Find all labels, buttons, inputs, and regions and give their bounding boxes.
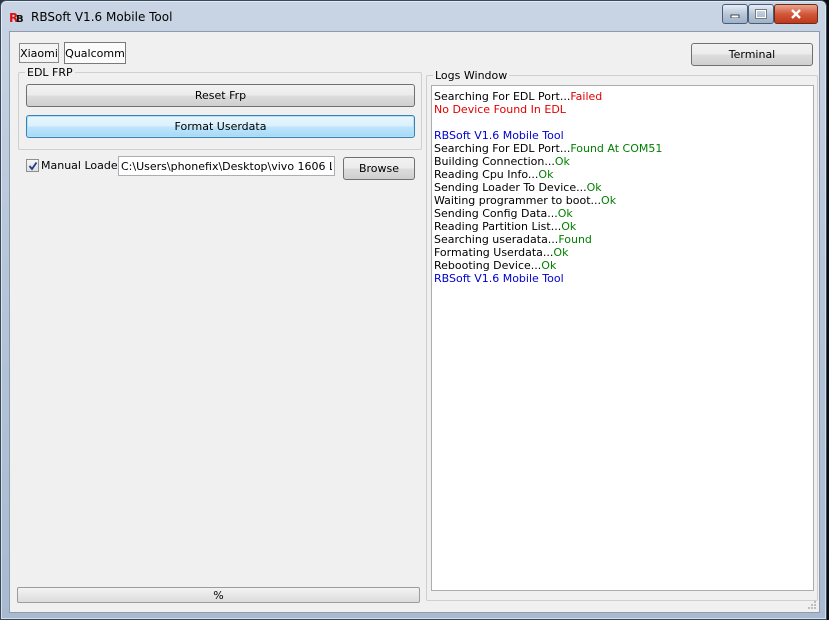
log-segment: Ok	[561, 220, 577, 233]
terminal-button[interactable]: Terminal	[691, 43, 813, 66]
log-line: Searching useradata...Found	[434, 233, 811, 246]
log-line: No Device Found In EDL	[434, 103, 811, 116]
log-line: Building Connection...Ok	[434, 155, 811, 168]
log-segment: Rebooting Device...	[434, 259, 542, 272]
log-segment: Found	[558, 233, 592, 246]
reset-frp-button[interactable]: Reset Frp	[26, 84, 415, 107]
log-segment: Waiting programmer to boot...	[434, 194, 602, 207]
browse-label: Browse	[358, 162, 400, 175]
edl-frp-legend: EDL FRP	[25, 66, 75, 79]
loader-path-input[interactable]	[118, 156, 335, 176]
terminal-label: Terminal	[728, 48, 776, 61]
log-line: Sending Config Data...Ok	[434, 207, 811, 220]
close-button[interactable]	[774, 4, 818, 24]
log-line: Sending Loader To Device...Ok	[434, 181, 811, 194]
log-segment: Reading Cpu Info...	[434, 168, 539, 181]
resize-grip-icon[interactable]	[807, 600, 817, 610]
format-userdata-button[interactable]: Format Userdata	[26, 115, 415, 138]
title-bar[interactable]: R B RBSoft V1.6 Mobile Tool	[1, 1, 826, 31]
log-segment: No Device Found In EDL	[434, 103, 566, 116]
log-segment: Failed	[570, 90, 603, 103]
log-segment: RBSoft V1.6 Mobile Tool	[434, 272, 564, 285]
tab-qualcomm-label: Qualcomm	[65, 46, 125, 60]
log-segment: Found At COM51	[570, 142, 663, 155]
log-line: Reading Partition List...Ok	[434, 220, 811, 233]
browse-button[interactable]: Browse	[343, 157, 415, 180]
log-segment: Ok	[538, 168, 554, 181]
logs-window-legend: Logs Window	[433, 69, 510, 82]
log-segment: Ok	[554, 155, 570, 168]
logs-textbox[interactable]: Searching For EDL Port...Failed No Device…	[431, 85, 814, 591]
log-segment: Reading Partition List...	[434, 220, 562, 233]
log-segment: Ok	[586, 181, 602, 194]
log-segment: Sending Loader To Device...	[434, 181, 587, 194]
tab-qualcomm[interactable]: Qualcomm	[64, 42, 126, 64]
close-icon	[791, 9, 801, 19]
minimize-button[interactable]	[722, 4, 748, 24]
log-line: Searching For EDL Port...Failed	[434, 90, 811, 103]
minimize-icon	[730, 14, 740, 18]
manual-loader-label: Manual Loader	[41, 159, 123, 172]
log-segment: Searching useradata...	[434, 233, 559, 246]
log-segment: Building Connection...	[434, 155, 555, 168]
log-segment: Formating Userdata...	[434, 246, 554, 259]
log-segment: Ok	[601, 194, 617, 207]
app-window: R B RBSoft V1.6 Mobile Tool Xiaomi Qualc…	[0, 0, 827, 620]
tab-xiaomi[interactable]: Xiaomi	[19, 43, 59, 63]
client-area: Xiaomi Qualcomm EDL FRP Reset Frp Format…	[9, 31, 820, 613]
log-segment: Ok	[557, 207, 573, 220]
log-segment: Searching For EDL Port...	[434, 142, 571, 155]
log-line: RBSoft V1.6 Mobile Tool	[434, 272, 811, 285]
window-title: RBSoft V1.6 Mobile Tool	[31, 10, 173, 24]
log-line: Formating Userdata...Ok	[434, 246, 811, 259]
format-userdata-label: Format Userdata	[174, 120, 267, 133]
log-segment: RBSoft V1.6 Mobile Tool	[434, 129, 564, 142]
rb-logo-icon: R B	[9, 11, 24, 24]
log-line: Waiting programmer to boot...Ok	[434, 194, 811, 207]
log-line: Rebooting Device...Ok	[434, 259, 811, 272]
log-line: Searching For EDL Port...Found At COM51	[434, 142, 811, 155]
maximize-button[interactable]	[748, 4, 774, 24]
checkmark-icon	[28, 161, 37, 170]
tab-xiaomi-label: Xiaomi	[20, 46, 58, 60]
log-segment: Ok	[541, 259, 557, 272]
progress-bar: %	[17, 587, 420, 603]
log-segment: Ok	[553, 246, 569, 259]
log-segment: Sending Config Data...	[434, 207, 558, 220]
svg-text:B: B	[16, 14, 24, 24]
manual-loader-checkbox[interactable]	[26, 159, 39, 172]
log-line: RBSoft V1.6 Mobile Tool	[434, 129, 811, 142]
maximize-icon	[755, 9, 767, 19]
log-line: Reading Cpu Info...Ok	[434, 168, 811, 181]
progress-text: %	[213, 588, 224, 602]
log-segment: Searching For EDL Port...	[434, 90, 571, 103]
reset-frp-label: Reset Frp	[194, 89, 247, 102]
